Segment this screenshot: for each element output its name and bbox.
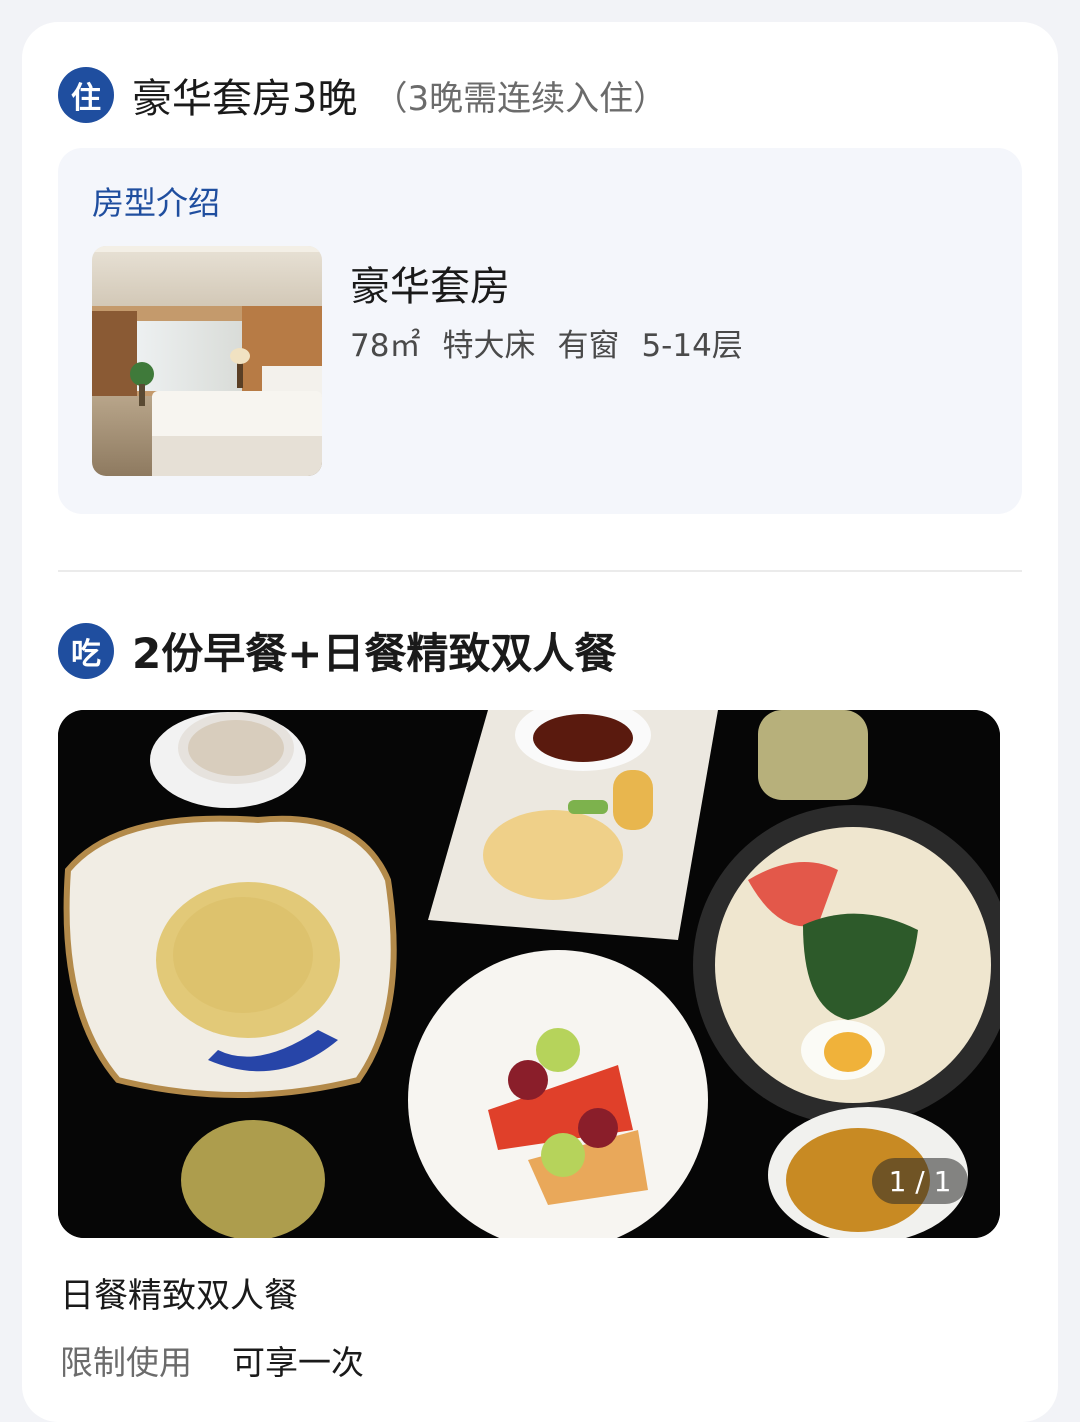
- room-intro-box[interactable]: 房型介绍 豪华套房 78㎡ 特大床 有窗 5-14层: [58, 148, 1022, 514]
- hotel-room-illustration: [92, 246, 322, 476]
- room-window: 有窗: [557, 328, 620, 364]
- eat-badge-icon: 吃: [58, 622, 114, 679]
- photo-pager-indicator: 1 / 1: [872, 1158, 968, 1204]
- package-card: 住 豪华套房3晚 （3晚需连续入住） 房型介绍 豪华套房 78㎡ 特大床 有窗 …: [22, 22, 1058, 1422]
- eat-section-header: 吃 2份早餐+日餐精致双人餐: [58, 620, 616, 681]
- room-floors: 5-14层: [641, 328, 743, 364]
- room-area: 78㎡: [350, 328, 421, 364]
- meal-photo-carousel[interactable]: 1 / 1: [58, 710, 1000, 1238]
- usage-restriction: 限制使用 可享一次: [60, 1336, 364, 1384]
- stay-badge-icon: 住: [58, 67, 114, 123]
- usage-value: 可享一次: [232, 1343, 364, 1382]
- section-divider: [58, 570, 1022, 572]
- room-bed-type: 特大床: [442, 328, 536, 364]
- room-photo[interactable]: [92, 246, 322, 476]
- room-intro-title: 房型介绍: [92, 184, 221, 222]
- room-specs: 78㎡ 特大床 有窗 5-14层: [350, 320, 743, 365]
- eat-title: 2份早餐+日餐精致双人餐: [132, 629, 617, 678]
- meal-name: 日餐精致双人餐: [60, 1276, 298, 1316]
- usage-label: 限制使用: [60, 1343, 192, 1382]
- meal-illustration: [58, 710, 1000, 1238]
- stay-title: 豪华套房3晚: [132, 76, 358, 122]
- stay-section-header: 住 豪华套房3晚 （3晚需连续入住）: [58, 66, 667, 124]
- stay-note: （3晚需连续入住）: [373, 78, 668, 119]
- room-name: 豪华套房: [350, 264, 510, 310]
